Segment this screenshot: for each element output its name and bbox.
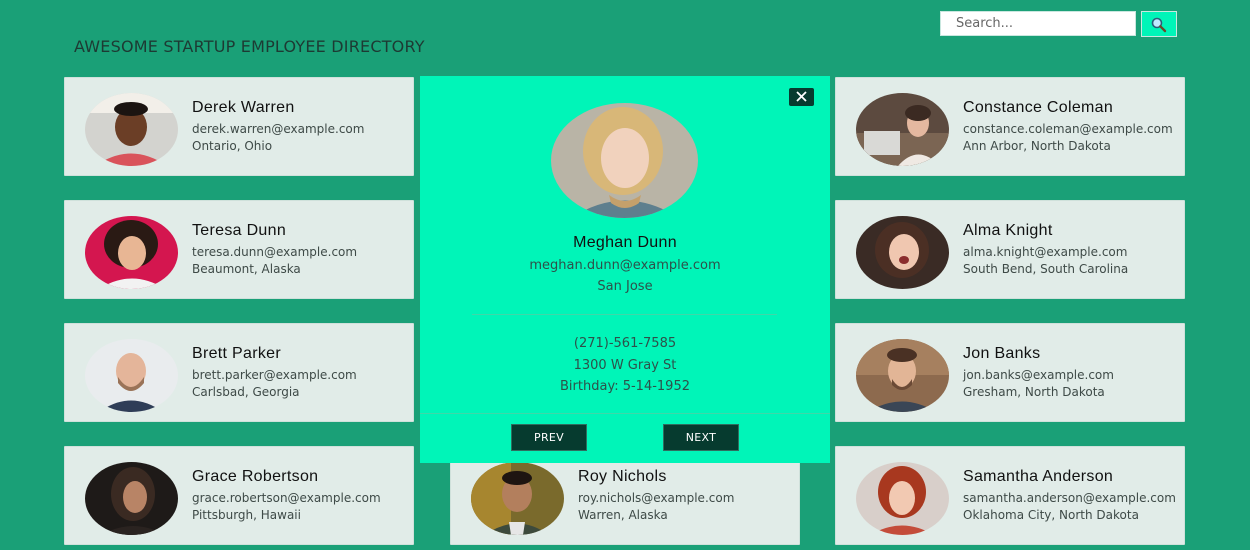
avatar: [856, 339, 949, 412]
modal-name: Meghan Dunn: [573, 234, 677, 251]
employee-name: Alma Knight: [963, 222, 1053, 239]
avatar: [471, 462, 564, 535]
modal-birthday: Birthday: 5-14-1952: [560, 379, 690, 394]
modal-email: meghan.dunn@example.com: [529, 258, 721, 273]
employee-card[interactable]: Alma Knight alma.knight@example.com Sout…: [835, 200, 1185, 299]
modal-phone: (271)-561-7585: [573, 336, 677, 351]
employee-card[interactable]: Jon Banks jon.banks@example.com Gresham,…: [835, 323, 1185, 422]
employee-card[interactable]: Samantha Anderson samantha.anderson@exam…: [835, 446, 1185, 545]
employee-location: South Bend, South Carolina: [963, 262, 1129, 276]
employee-card[interactable]: Constance Coleman constance.coleman@exam…: [835, 77, 1185, 176]
search-input[interactable]: [940, 11, 1136, 36]
modal-avatar: [551, 103, 698, 218]
employee-location: Warren, Alaska: [578, 508, 668, 522]
employee-name: Samantha Anderson: [963, 468, 1114, 485]
employee-location: Ann Arbor, North Dakota: [963, 139, 1111, 153]
employee-location: Gresham, North Dakota: [963, 385, 1105, 399]
close-button[interactable]: [789, 88, 814, 106]
employee-location: Pittsburgh, Hawaii: [192, 508, 301, 522]
employee-email: constance.coleman@example.com: [963, 122, 1173, 136]
prev-button[interactable]: PREV: [511, 424, 587, 451]
next-button[interactable]: NEXT: [663, 424, 739, 451]
employee-email: grace.robertson@example.com: [192, 491, 381, 505]
avatar: [85, 93, 178, 166]
employee-name: Roy Nichols: [578, 468, 667, 485]
employee-card[interactable]: Teresa Dunn teresa.dunn@example.com Beau…: [64, 200, 414, 299]
employee-location: Beaumont, Alaska: [192, 262, 301, 276]
employee-email: roy.nichols@example.com: [578, 491, 735, 505]
search-icon: [1151, 17, 1167, 33]
avatar: [85, 462, 178, 535]
employee-name: Derek Warren: [192, 99, 295, 116]
modal-divider: [472, 314, 777, 315]
close-icon: [796, 91, 807, 102]
employee-email: derek.warren@example.com: [192, 122, 365, 136]
employee-name: Teresa Dunn: [192, 222, 287, 239]
avatar: [85, 216, 178, 289]
employee-card[interactable]: Brett Parker brett.parker@example.com Ca…: [64, 323, 414, 422]
modal-address: 1300 W Gray St: [573, 358, 677, 373]
employee-modal: Meghan Dunn meghan.dunn@example.com San …: [420, 76, 830, 463]
employee-email: brett.parker@example.com: [192, 368, 357, 382]
employee-name: Brett Parker: [192, 345, 281, 362]
employee-location: Ontario, Ohio: [192, 139, 273, 153]
employee-location: Carlsbad, Georgia: [192, 385, 300, 399]
modal-city: San Jose: [597, 279, 653, 294]
avatar: [856, 93, 949, 166]
employee-name: Grace Robertson: [192, 468, 319, 485]
employee-card[interactable]: Grace Robertson grace.robertson@example.…: [64, 446, 414, 545]
employee-email: teresa.dunn@example.com: [192, 245, 358, 259]
avatar: [856, 462, 949, 535]
search-bar: [940, 11, 1177, 37]
search-button[interactable]: [1141, 11, 1177, 37]
employee-location: Oklahoma City, North Dakota: [963, 508, 1139, 522]
employee-email: alma.knight@example.com: [963, 245, 1128, 259]
page-title: AWESOME STARTUP EMPLOYEE DIRECTORY: [74, 37, 425, 56]
employee-email: samantha.anderson@example.com: [963, 491, 1176, 505]
employee-email: jon.banks@example.com: [963, 368, 1114, 382]
modal-footer: PREV NEXT: [420, 413, 830, 463]
avatar: [856, 216, 949, 289]
employee-card[interactable]: Derek Warren derek.warren@example.com On…: [64, 77, 414, 176]
avatar: [85, 339, 178, 412]
employee-name: Constance Coleman: [963, 99, 1114, 116]
employee-name: Jon Banks: [963, 345, 1041, 362]
